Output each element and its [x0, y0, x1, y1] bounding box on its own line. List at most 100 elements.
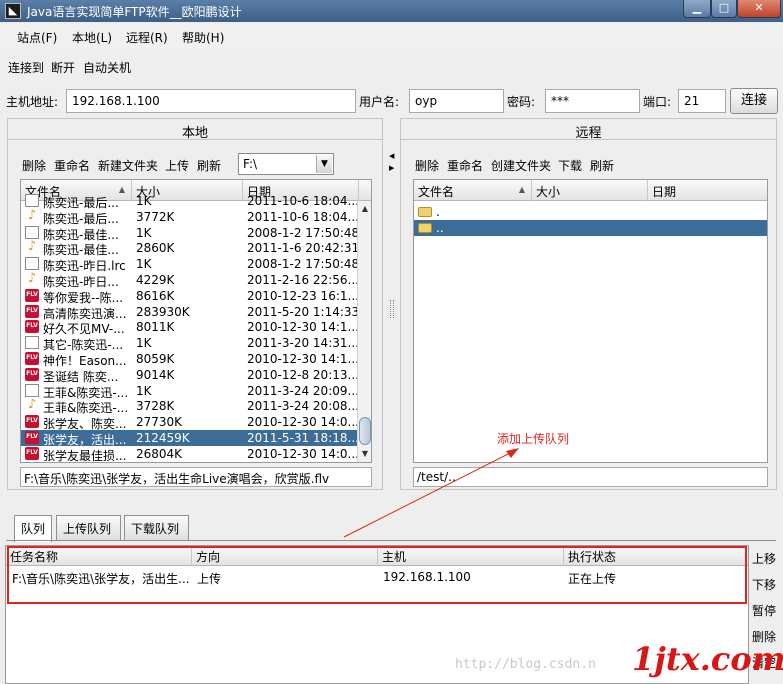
sort-asc-icon: ▲: [518, 185, 525, 194]
file-date: 2011-10-6 18:04...: [247, 209, 359, 224]
panel-splitter[interactable]: ◀ ▶: [388, 118, 396, 490]
scroll-thumb[interactable]: [359, 417, 371, 445]
file-date: 2008-1-2 17:50:48: [247, 257, 359, 272]
remote-table-header: 文件名 ▲ 大小 日期: [414, 180, 767, 201]
folder-icon: [418, 222, 432, 233]
music-file-icon: ♪: [27, 207, 37, 223]
file-size: 3728K: [136, 399, 175, 414]
local-rename-button[interactable]: 重命名: [54, 157, 90, 174]
port-input[interactable]: 21: [678, 89, 726, 113]
col-filename[interactable]: 文件名 ▲: [414, 180, 532, 201]
file-row[interactable]: FLV 等你爱我--陈... 8616K 2010-12-23 16:1...: [21, 288, 371, 305]
file-date: 2011-3-20 14:31...: [247, 336, 359, 351]
file-row[interactable]: .: [414, 204, 767, 220]
folder-icon: [418, 207, 432, 217]
host-label: 主机地址:: [6, 95, 59, 109]
chevron-down-icon[interactable]: ▼: [316, 155, 332, 173]
file-row[interactable]: FLV 圣诞结 陈奕... 9014K 2010-12-8 20:13...: [21, 367, 371, 384]
remote-download-button[interactable]: 下载: [558, 157, 582, 174]
file-row[interactable]: FLV 张学友、陈奕... 27730K 2010-12-30 14:0...: [21, 414, 371, 431]
connect-button[interactable]: 连接: [730, 88, 778, 114]
close-button[interactable]: ✕: [737, 0, 781, 18]
tab-upload-queue[interactable]: 上传队列: [56, 515, 121, 540]
splitter-grip[interactable]: [390, 300, 394, 318]
file-row[interactable]: ♪ 陈奕迅-最后... 3772K 2011-10-6 18:04...: [21, 207, 371, 226]
title-bar: ◣ Java语言实现简单FTP软件__欧阳鹏设计 ▁ □ ✕: [0, 0, 783, 22]
password-label: 密码:: [507, 95, 536, 109]
arrow-right-icon[interactable]: ▶: [389, 164, 394, 172]
highlight-box: [7, 546, 747, 604]
file-date: 2011-2-16 22:56...: [247, 273, 359, 287]
file-row[interactable]: 陈奕迅-最佳... 1K 2008-1-2 17:50:48: [21, 225, 371, 242]
pause-button[interactable]: 暂停: [752, 602, 776, 619]
move-down-button[interactable]: 下移: [752, 576, 776, 593]
file-row[interactable]: FLV 好久不见MV-... 8011K 2010-12-30 14:1...: [21, 319, 371, 336]
drive-select[interactable]: F:\ ▼: [238, 153, 334, 175]
file-row[interactable]: ♪ 陈奕迅-昨日... 4229K 2011-2-16 22:56...: [21, 272, 371, 289]
col-date[interactable]: 日期: [648, 180, 767, 201]
col-size[interactable]: 大小: [532, 180, 648, 201]
tab-divider: [6, 540, 776, 541]
file-size: 1K: [136, 257, 152, 272]
file-row[interactable]: FLV 神作！Eason... 8059K 2010-12-30 14:1...: [21, 351, 371, 368]
file-row[interactable]: ♪ 王菲&陈奕迅-... 3728K 2011-3-24 20:08...: [21, 397, 371, 415]
col-filename-label: 文件名: [418, 185, 455, 199]
remote-delete-button[interactable]: 删除: [415, 157, 439, 174]
tab-queue[interactable]: 队列: [14, 515, 52, 542]
menu-remote[interactable]: 远程(R): [126, 29, 168, 46]
file-size: 8059K: [136, 352, 175, 366]
video-file-icon: FLV: [25, 352, 39, 365]
file-row[interactable]: FLV 张学友，活出... 212459K 2011-5-31 18:18...: [21, 430, 371, 447]
file-row[interactable]: ♪ 陈奕迅-最佳... 2860K 2011-1-6 20:42:31: [21, 240, 371, 257]
file-row[interactable]: 陈奕迅-昨日.lrc 1K 2008-1-2 17:50:48: [21, 256, 371, 273]
remote-rename-button[interactable]: 重命名: [447, 157, 483, 174]
file-row[interactable]: 其它-陈奕迅-... 1K 2011-3-20 14:31...: [21, 335, 371, 352]
remote-path[interactable]: /test/..: [413, 467, 768, 487]
scroll-up-icon[interactable]: ▲: [359, 203, 371, 215]
connection-bar: 主机地址: 192.168.1.100 用户名: oyp 密码: *** 端口:…: [0, 86, 783, 116]
host-input[interactable]: 192.168.1.100: [66, 89, 356, 113]
annotation-text: 添加上传队列: [497, 432, 570, 446]
remote-new-folder-button[interactable]: 创建文件夹: [491, 157, 551, 174]
file-row[interactable]: 陈奕迅-最后... 1K 2011-10-6 18:04...: [21, 193, 371, 210]
remote-file-table: 文件名 ▲ 大小 日期 ...: [413, 179, 768, 463]
tab-download-queue[interactable]: 下载队列: [124, 515, 189, 540]
remote-refresh-button[interactable]: 刷新: [590, 157, 614, 174]
video-file-icon: FLV: [25, 446, 39, 460]
local-path[interactable]: F:\音乐\陈奕迅\张学友，活出生命Live演唱会，欣赏版.flv: [20, 467, 372, 487]
file-date: 2011-10-6 18:04...: [247, 194, 359, 208]
password-input[interactable]: ***: [545, 89, 640, 113]
disconnect-button[interactable]: 断开: [51, 59, 75, 76]
file-date: 2011-5-31 18:18...: [247, 431, 359, 445]
auto-shutdown-button[interactable]: 自动关机: [83, 59, 131, 76]
menu-local[interactable]: 本地(L): [72, 29, 112, 46]
local-upload-button[interactable]: 上传: [165, 157, 189, 174]
maximize-button[interactable]: □: [711, 0, 737, 18]
file-size: 212459K: [136, 431, 190, 445]
file-size: 27730K: [136, 415, 183, 430]
local-new-folder-button[interactable]: 新建文件夹: [98, 157, 158, 174]
local-scrollbar[interactable]: ▲ ▼: [357, 201, 371, 462]
menu-help[interactable]: 帮助(H): [182, 29, 224, 46]
music-file-icon: ♪: [27, 397, 37, 413]
scroll-down-icon[interactable]: ▼: [359, 448, 371, 460]
local-delete-button[interactable]: 删除: [22, 157, 46, 174]
file-row[interactable]: FLV 高清陈奕迅演... 283930K 2011-5-20 1:14:33: [21, 304, 371, 321]
minimize-button[interactable]: ▁: [683, 0, 711, 18]
file-name: ..: [436, 220, 444, 235]
local-refresh-button[interactable]: 刷新: [197, 157, 221, 174]
local-panel: 本地 删除 重命名 新建文件夹 上传 刷新 F:\ ▼ 文件名 ▲ 大小 日期 陈…: [7, 118, 383, 490]
divider: [401, 139, 776, 140]
user-input[interactable]: oyp: [409, 89, 504, 113]
file-row[interactable]: FLV 张学友最佳损... 26804K 2010-12-30 14:0...: [21, 446, 371, 462]
video-file-icon: FLV: [25, 431, 39, 444]
arrow-left-icon[interactable]: ◀: [389, 152, 394, 160]
file-date: 2010-12-23 16:1...: [247, 288, 359, 303]
site-logo: 1jtx.com: [632, 640, 783, 678]
file-row[interactable]: 王菲&陈奕迅-... 1K 2011-3-24 20:09...: [21, 383, 371, 400]
connect-to-button[interactable]: 连接到: [8, 59, 44, 76]
file-row[interactable]: ..: [414, 219, 767, 236]
menu-site[interactable]: 站点(F): [17, 29, 57, 46]
file-size: 2860K: [136, 241, 175, 256]
move-up-button[interactable]: 上移: [752, 550, 776, 567]
